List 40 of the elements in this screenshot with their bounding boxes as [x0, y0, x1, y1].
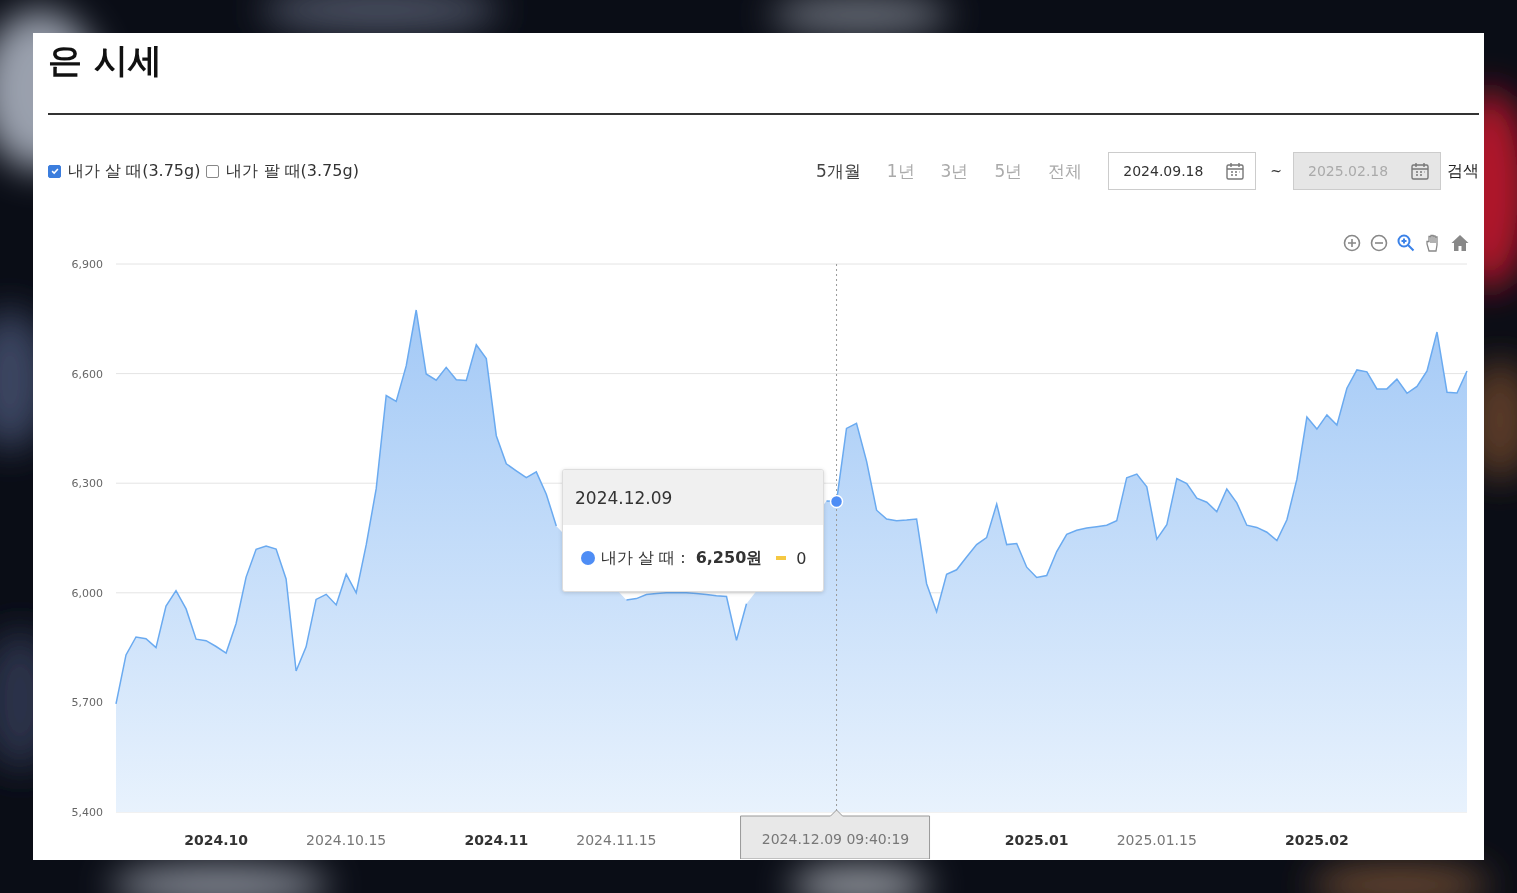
x-tick-label: 2024.12.09 09:40:19	[761, 831, 910, 847]
period-tab[interactable]: 1년	[886, 159, 915, 183]
y-axis-label: 6,000	[71, 586, 103, 600]
hover-point	[829, 494, 844, 509]
x-axis-label: 2024.10.15	[306, 832, 387, 848]
zoom-in-icon[interactable]	[1342, 233, 1362, 253]
series-dot-icon	[581, 551, 595, 565]
tooltip-value: 6,250원	[695, 547, 763, 569]
period-tab[interactable]: 5년	[994, 159, 1023, 183]
x-axis-label: 2025.01.15	[1116, 832, 1197, 848]
checkbox[interactable]	[48, 164, 61, 178]
tooltip-date: 2024.12.09	[575, 487, 673, 508]
tooltip-extra: 0	[796, 548, 807, 568]
x-axis-label: 2025.02	[1285, 832, 1349, 848]
x-axis-label: 2024.10	[184, 832, 248, 848]
y-axis-label: 6,600	[71, 367, 103, 381]
y-axis-label: 5,400	[71, 806, 103, 819]
checkbox[interactable]	[206, 164, 220, 178]
zoom-out-icon[interactable]	[1369, 233, 1389, 253]
search-icon[interactable]	[1396, 233, 1416, 253]
search-button[interactable]: 검색	[1441, 160, 1479, 182]
period-tab[interactable]: 5개월	[815, 159, 861, 183]
tooltip-label: 내가 살 때 :	[601, 547, 686, 569]
date-separator: ~	[1270, 163, 1282, 179]
page-title: 은 시세	[47, 39, 163, 82]
checkbox-label: 내가 팔 때(3.75g)	[226, 160, 359, 182]
x-axis-label: 2024.11.15	[576, 832, 657, 848]
checkbox-label: 내가 살 때(3.75g)	[68, 160, 201, 182]
crosshair-label: 2024.12.09 09:40:19	[740, 809, 931, 859]
y-axis-label: 6,900	[71, 258, 103, 271]
x-axis-label: 2025.01	[1004, 832, 1069, 848]
date-field[interactable]: 2024.09.18	[1108, 152, 1257, 190]
period-tab[interactable]: 전체	[1048, 159, 1083, 183]
calendar-icon[interactable]	[1225, 161, 1246, 181]
y-axis-label: 5,700	[71, 696, 103, 710]
y-axis-label: 6,300	[71, 477, 103, 491]
period-tab[interactable]: 3년	[940, 159, 969, 183]
home-icon[interactable]	[1450, 233, 1470, 253]
x-axis-label: 2024.11	[464, 832, 529, 848]
dash-icon	[776, 556, 787, 560]
